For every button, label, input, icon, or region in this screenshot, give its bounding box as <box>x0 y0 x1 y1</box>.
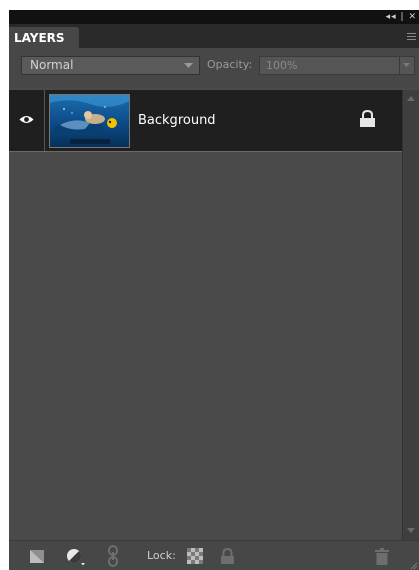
collapse-close-controls[interactable]: ◂◂ | ✕ <box>386 10 417 24</box>
opacity-dropdown-button[interactable] <box>399 57 414 74</box>
tab-layers[interactable]: LAYERS <box>9 27 79 48</box>
resize-grip-icon[interactable] <box>410 562 418 570</box>
opacity-value: 100% <box>266 59 298 72</box>
layer-options-row: Normal Opacity: 100% <box>9 48 419 88</box>
arrow-up-icon <box>407 96 415 101</box>
panel-menu-icon[interactable] <box>407 32 416 41</box>
layer-row[interactable]: Background <box>9 90 402 152</box>
new-layer-icon[interactable] <box>29 548 45 564</box>
link-icon[interactable] <box>107 545 119 567</box>
lock-all-icon[interactable] <box>220 548 235 565</box>
scroll-up-button[interactable] <box>403 92 419 106</box>
eye-icon <box>19 116 34 123</box>
trash-icon[interactable] <box>375 548 389 565</box>
layers-bottom-bar: Lock: <box>9 540 419 570</box>
opacity-label: Opacity: <box>207 58 253 71</box>
adjustment-layer-icon[interactable] <box>66 548 86 566</box>
opacity-field[interactable]: 100% <box>259 56 415 75</box>
layers-list: Background <box>9 90 402 540</box>
tab-label: LAYERS <box>14 31 65 45</box>
layer-thumbnail <box>49 94 130 148</box>
lock-transparency-icon[interactable] <box>187 548 203 564</box>
lock-label: Lock: <box>147 549 176 562</box>
layer-name: Background <box>138 113 216 128</box>
chevron-down-icon <box>184 63 193 68</box>
lock-icon <box>360 110 375 127</box>
panel-title-bar: ◂◂ | ✕ <box>9 10 419 24</box>
blend-mode-value: Normal <box>30 58 74 72</box>
underwater-photo-thumbnail <box>50 95 129 147</box>
tab-row: LAYERS <box>9 24 419 48</box>
arrow-down-icon <box>407 528 415 533</box>
layers-panel: ◂◂ | ✕ LAYERS Normal Opacity: 100% Backg… <box>9 10 419 570</box>
scroll-down-button[interactable] <box>403 524 419 538</box>
visibility-toggle[interactable] <box>9 90 45 151</box>
chevron-down-icon <box>403 63 410 67</box>
blend-mode-select[interactable]: Normal <box>21 56 200 75</box>
layers-scrollbar[interactable] <box>402 90 419 540</box>
